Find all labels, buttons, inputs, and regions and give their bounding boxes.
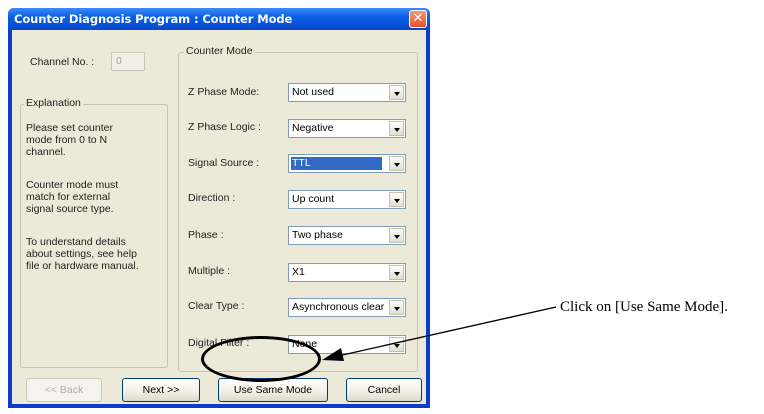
annotation-arrow [322, 306, 557, 361]
annotation-text: Click on [Use Same Mode]. [560, 299, 728, 315]
